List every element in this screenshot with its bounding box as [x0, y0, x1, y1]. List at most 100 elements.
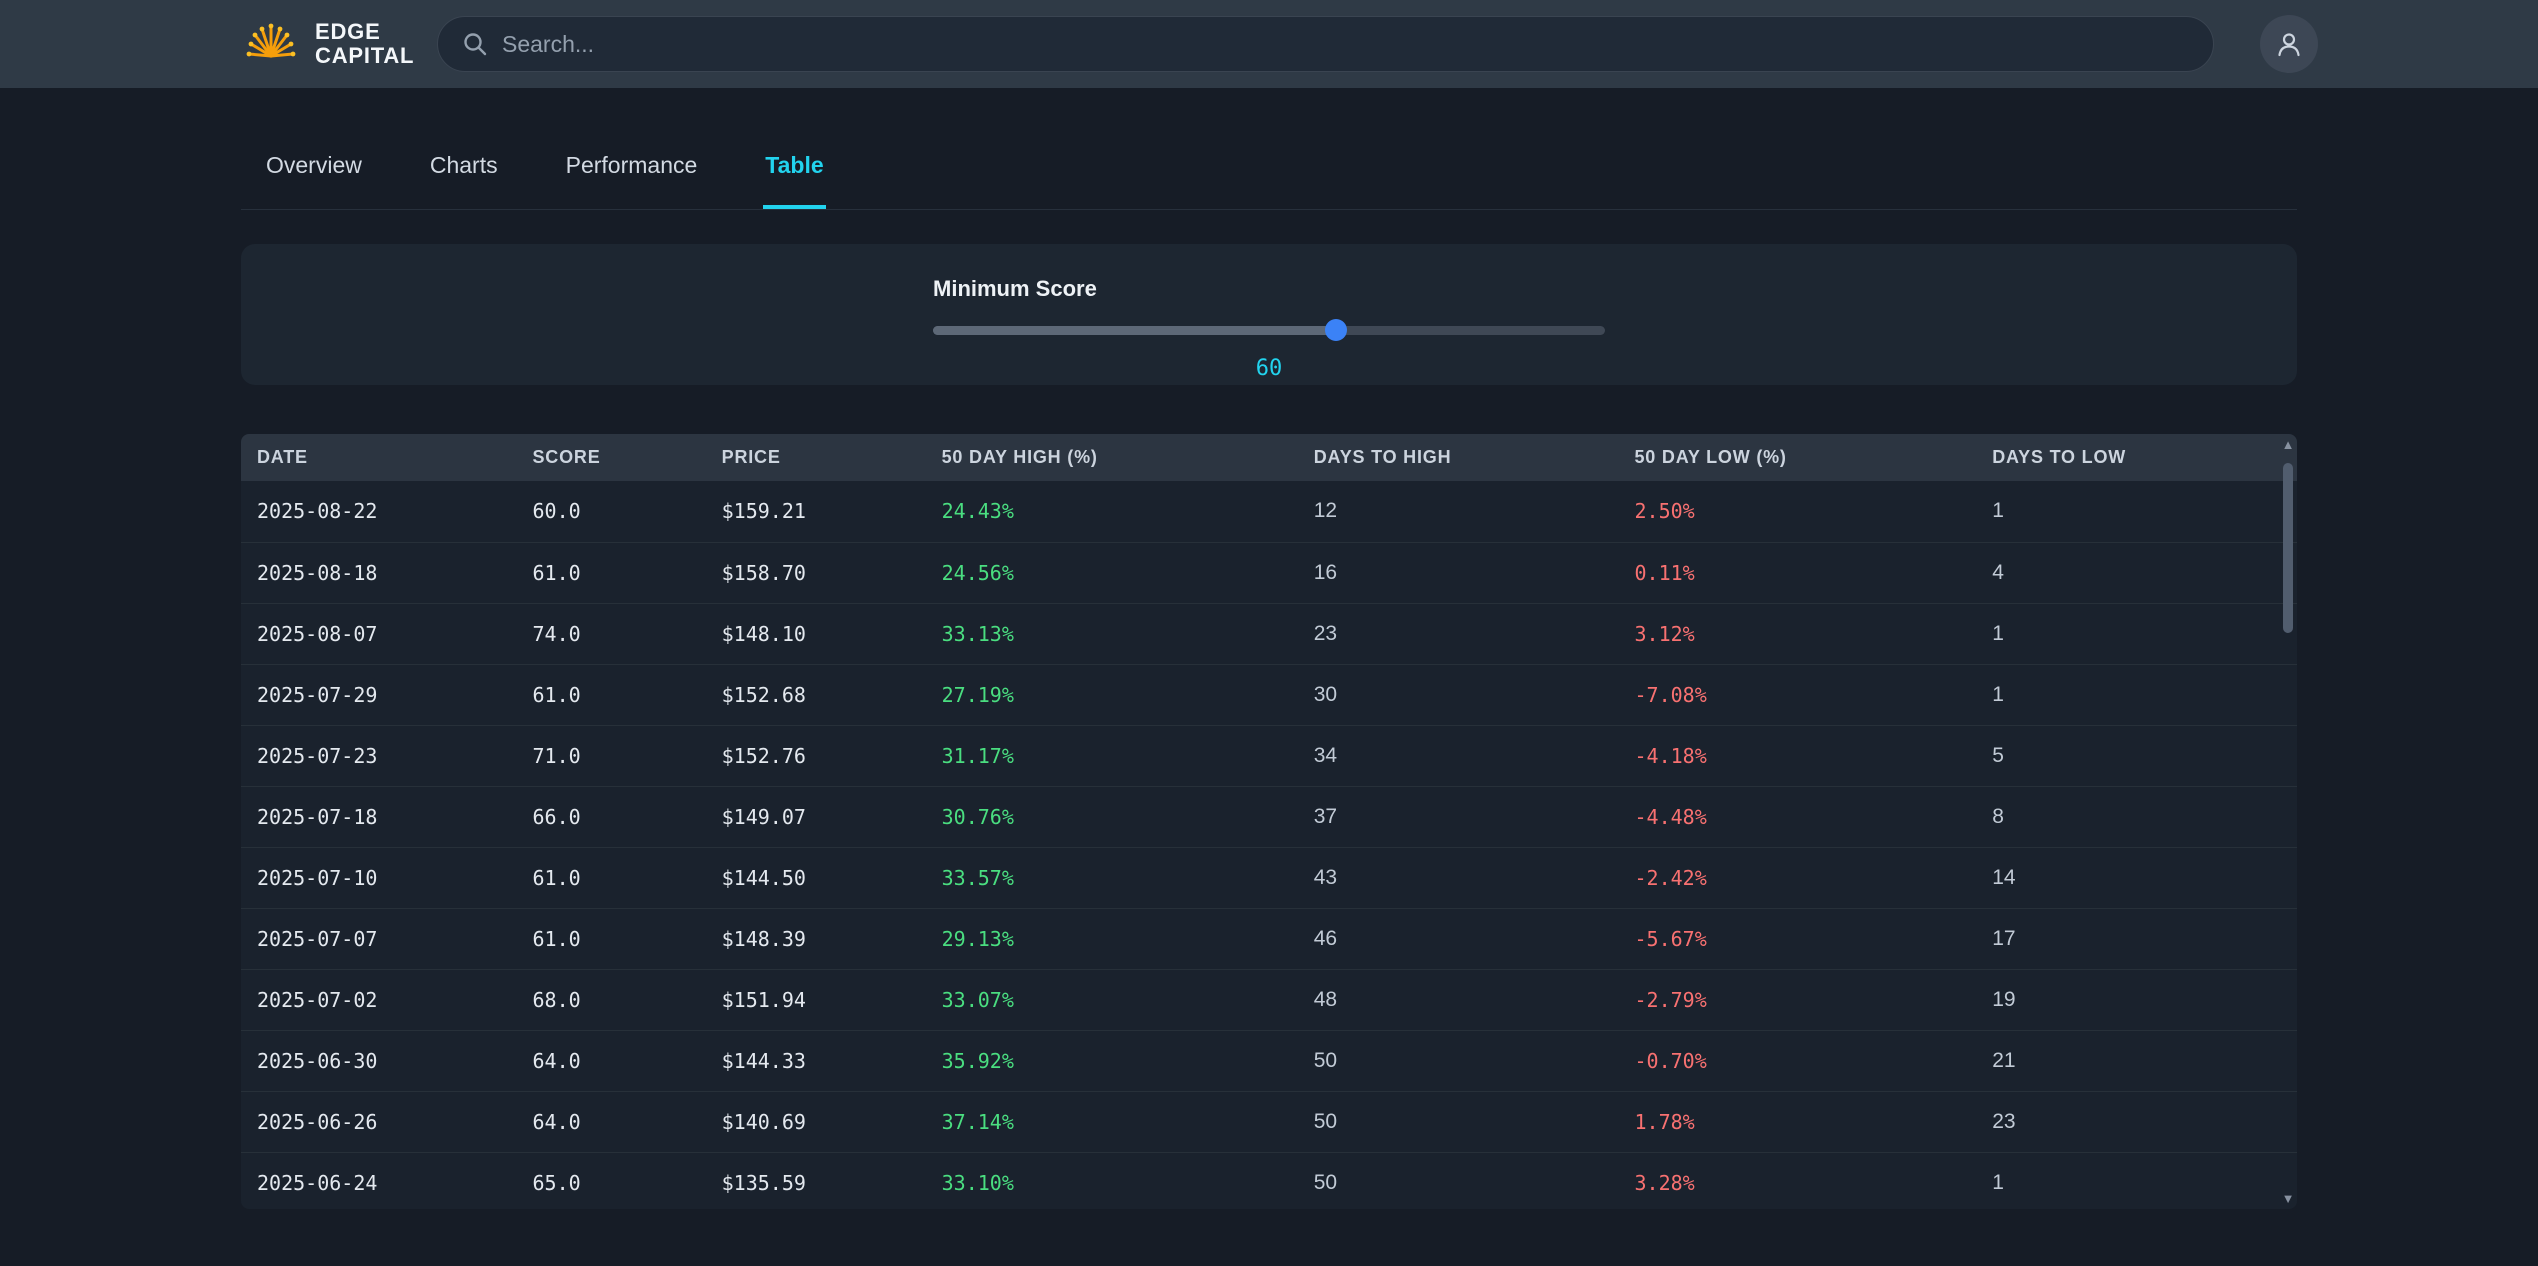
search-bar[interactable] — [437, 16, 2214, 72]
cell-low-pct: -0.70% — [1618, 1030, 1976, 1091]
table-row: 2025-07-0268.0$151.9433.07%48-2.79%19 — [241, 969, 2297, 1030]
column-header-high-pct: 50 DAY HIGH (%) — [926, 434, 1298, 481]
table-header-row: DATESCOREPRICE50 DAY HIGH (%)DAYS TO HIG… — [241, 434, 2297, 481]
cell-date: 2025-06-24 — [241, 1152, 517, 1209]
table-row: 2025-07-1061.0$144.5033.57%43-2.42%14 — [241, 847, 2297, 908]
cell-date: 2025-08-18 — [241, 542, 517, 603]
cell-high-pct: 27.19% — [926, 664, 1298, 725]
cell-days-to-low: 1 — [1976, 603, 2297, 664]
cell-days-to-low: 14 — [1976, 847, 2297, 908]
minimum-score-slider[interactable] — [933, 320, 1605, 340]
column-header-days-to-low: DAYS TO LOW — [1976, 434, 2297, 481]
cell-low-pct: -4.48% — [1618, 786, 1976, 847]
cell-score: 64.0 — [517, 1091, 706, 1152]
brand-logo-icon — [241, 16, 301, 72]
cell-low-pct: -4.18% — [1618, 725, 1976, 786]
cell-score: 61.0 — [517, 542, 706, 603]
cell-score: 74.0 — [517, 603, 706, 664]
cell-days-to-high: 23 — [1298, 603, 1619, 664]
search-input[interactable] — [502, 31, 2189, 58]
cell-days-to-low: 1 — [1976, 1152, 2297, 1209]
cell-price: $159.21 — [706, 481, 926, 542]
cell-price: $144.50 — [706, 847, 926, 908]
table-row: 2025-07-1866.0$149.0730.76%37-4.48%8 — [241, 786, 2297, 847]
cell-date: 2025-07-23 — [241, 725, 517, 786]
table-row: 2025-08-1861.0$158.7024.56%160.11%4 — [241, 542, 2297, 603]
table-row: 2025-07-0761.0$148.3929.13%46-5.67%17 — [241, 908, 2297, 969]
table-row: 2025-07-2371.0$152.7631.17%34-4.18%5 — [241, 725, 2297, 786]
cell-high-pct: 24.56% — [926, 542, 1298, 603]
cell-low-pct: 3.28% — [1618, 1152, 1976, 1209]
cell-score: 66.0 — [517, 786, 706, 847]
cell-high-pct: 33.07% — [926, 969, 1298, 1030]
cell-date: 2025-07-02 — [241, 969, 517, 1030]
cell-low-pct: -5.67% — [1618, 908, 1976, 969]
main-content: OverviewChartsPerformanceTable Minimum S… — [241, 142, 2297, 1209]
cell-score: 61.0 — [517, 847, 706, 908]
cell-date: 2025-07-10 — [241, 847, 517, 908]
cell-score: 65.0 — [517, 1152, 706, 1209]
cell-low-pct: 3.12% — [1618, 603, 1976, 664]
table-row: 2025-06-2465.0$135.5933.10%503.28%1 — [241, 1152, 2297, 1209]
table-body: 2025-08-2260.0$159.2124.43%122.50%12025-… — [241, 481, 2297, 1209]
tab-overview[interactable]: Overview — [264, 142, 364, 209]
cell-days-to-high: 37 — [1298, 786, 1619, 847]
cell-days-to-high: 50 — [1298, 1030, 1619, 1091]
cell-low-pct: -2.79% — [1618, 969, 1976, 1030]
cell-price: $152.76 — [706, 725, 926, 786]
brand: EDGE CAPITAL — [241, 16, 437, 72]
tab-performance[interactable]: Performance — [564, 142, 700, 209]
table-row: 2025-06-3064.0$144.3335.92%50-0.70%21 — [241, 1030, 2297, 1091]
cell-days-to-high: 30 — [1298, 664, 1619, 725]
table-row: 2025-07-2961.0$152.6827.19%30-7.08%1 — [241, 664, 2297, 725]
cell-date: 2025-07-29 — [241, 664, 517, 725]
scrollbar-thumb[interactable] — [2283, 463, 2293, 633]
cell-days-to-high: 48 — [1298, 969, 1619, 1030]
column-header-low-pct: 50 DAY LOW (%) — [1618, 434, 1976, 481]
cell-days-to-high: 12 — [1298, 481, 1619, 542]
cell-date: 2025-07-07 — [241, 908, 517, 969]
slider-thumb[interactable] — [1325, 319, 1347, 341]
user-avatar[interactable] — [2260, 15, 2318, 73]
cell-date: 2025-06-30 — [241, 1030, 517, 1091]
cell-price: $140.69 — [706, 1091, 926, 1152]
column-header-price: PRICE — [706, 434, 926, 481]
column-header-days-to-high: DAYS TO HIGH — [1298, 434, 1619, 481]
cell-price: $151.94 — [706, 969, 926, 1030]
cell-price: $148.10 — [706, 603, 926, 664]
tabs: Overview Charts Performance Table — [241, 142, 2297, 210]
cell-low-pct: 0.11% — [1618, 542, 1976, 603]
tab-charts[interactable]: Charts — [428, 142, 500, 209]
brand-line1: EDGE — [315, 20, 414, 44]
cell-price: $148.39 — [706, 908, 926, 969]
brand-line2: CAPITAL — [315, 44, 414, 68]
cell-days-to-low: 21 — [1976, 1030, 2297, 1091]
tab-table[interactable]: Table — [763, 142, 825, 209]
cell-days-to-high: 50 — [1298, 1152, 1619, 1209]
cell-date: 2025-08-07 — [241, 603, 517, 664]
cell-high-pct: 24.43% — [926, 481, 1298, 542]
cell-score: 71.0 — [517, 725, 706, 786]
column-header-date: DATE — [241, 434, 517, 481]
cell-price: $149.07 — [706, 786, 926, 847]
cell-days-to-low: 4 — [1976, 542, 2297, 603]
cell-date: 2025-07-18 — [241, 786, 517, 847]
table-scrollbar[interactable]: ▲ ▼ — [2279, 434, 2297, 1209]
cell-score: 60.0 — [517, 481, 706, 542]
cell-high-pct: 30.76% — [926, 786, 1298, 847]
scroll-down-icon[interactable]: ▼ — [2282, 1192, 2295, 1205]
top-navbar: EDGE CAPITAL — [0, 0, 2538, 88]
cell-high-pct: 29.13% — [926, 908, 1298, 969]
cell-score: 68.0 — [517, 969, 706, 1030]
cell-date: 2025-06-26 — [241, 1091, 517, 1152]
cell-low-pct: 1.78% — [1618, 1091, 1976, 1152]
cell-date: 2025-08-22 — [241, 481, 517, 542]
slider-fill — [933, 326, 1336, 335]
cell-low-pct: -2.42% — [1618, 847, 1976, 908]
user-icon — [2274, 29, 2304, 59]
cell-high-pct: 33.57% — [926, 847, 1298, 908]
cell-days-to-low: 23 — [1976, 1091, 2297, 1152]
scroll-up-icon[interactable]: ▲ — [2282, 438, 2295, 451]
cell-days-to-high: 43 — [1298, 847, 1619, 908]
table-row: 2025-06-2664.0$140.6937.14%501.78%23 — [241, 1091, 2297, 1152]
